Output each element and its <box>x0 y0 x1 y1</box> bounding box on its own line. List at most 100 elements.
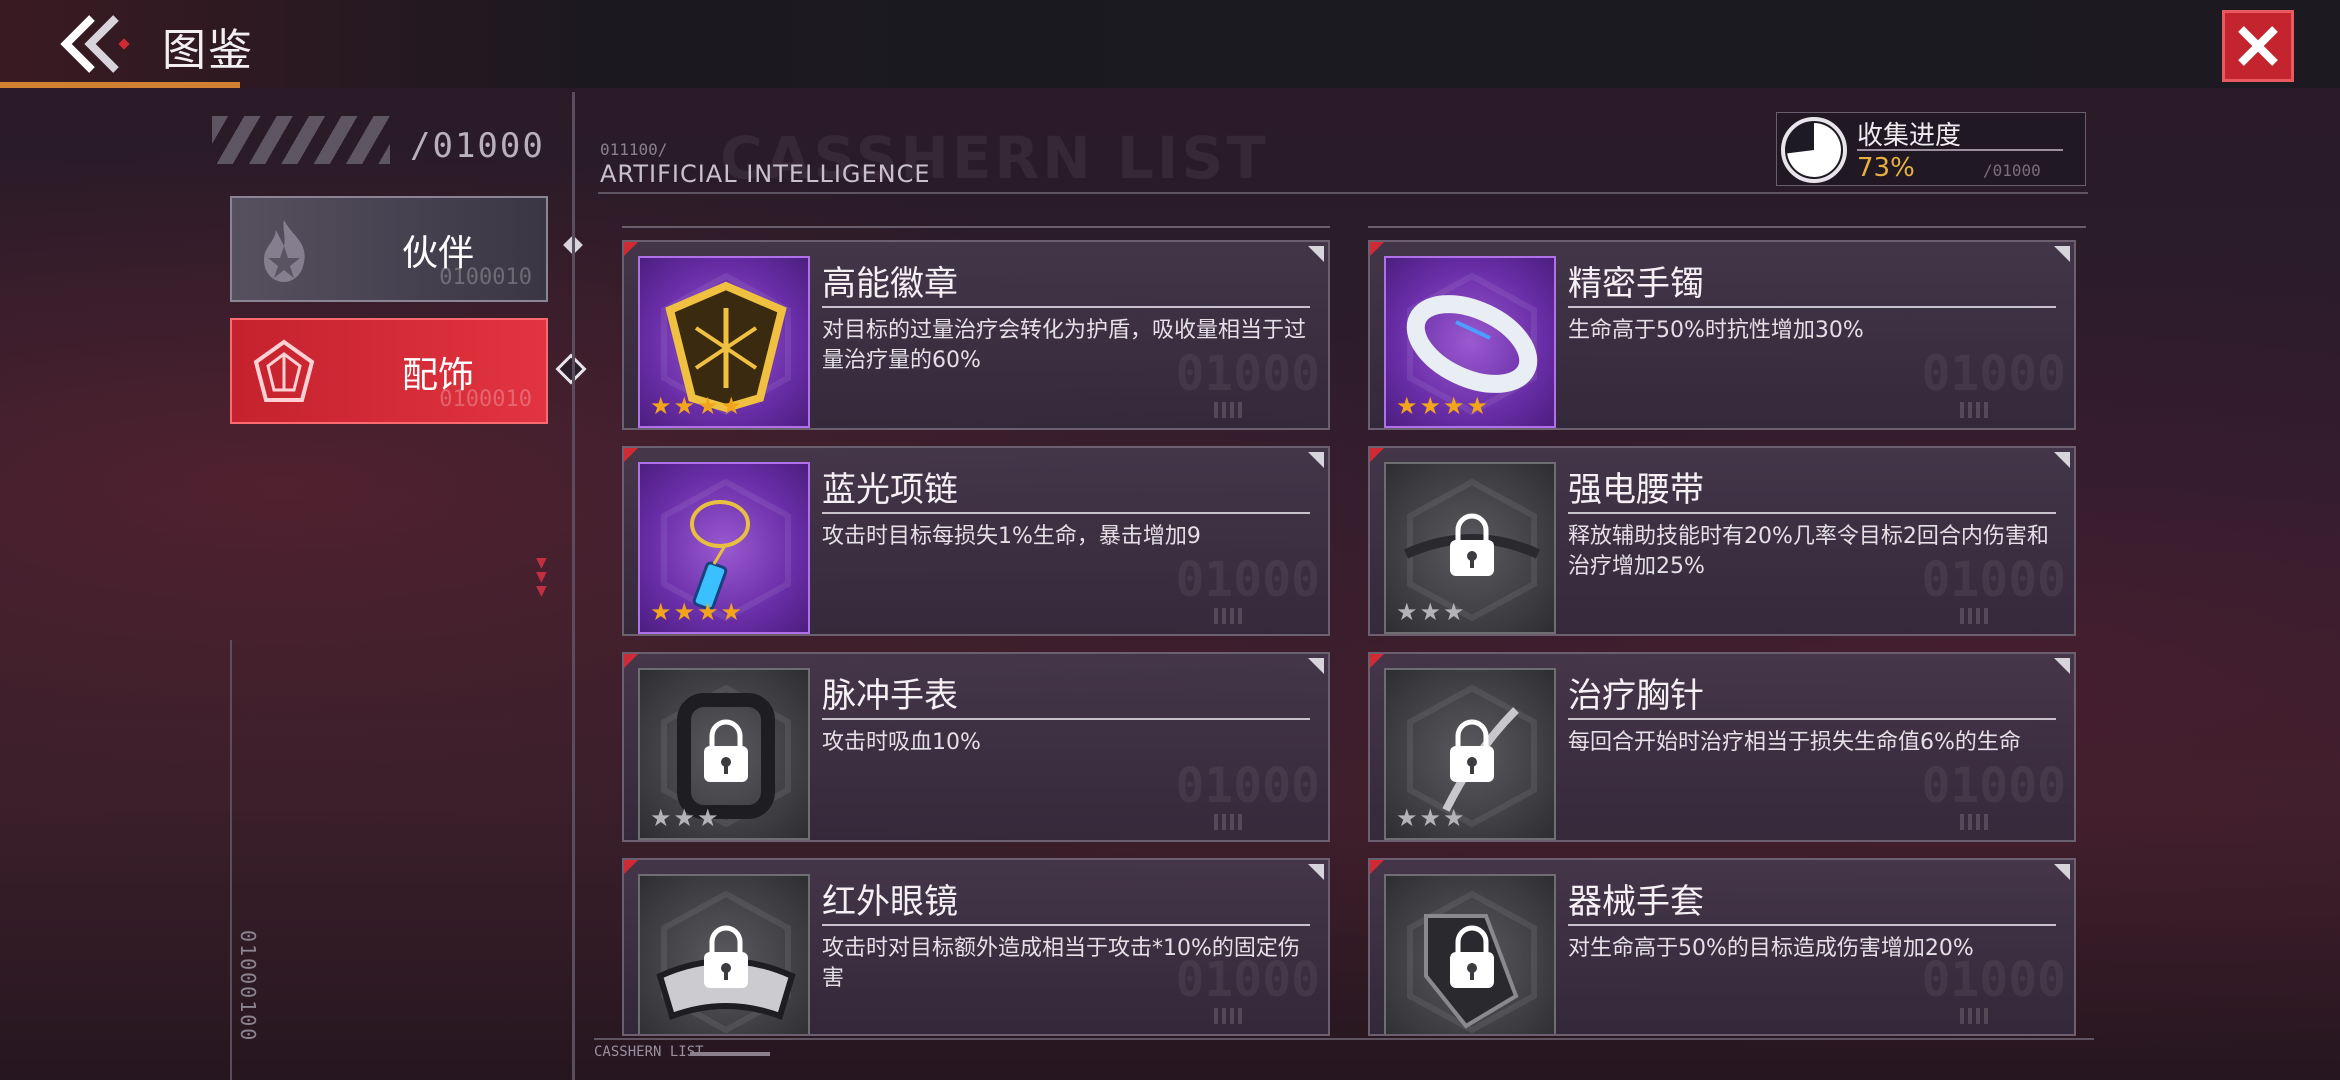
collection-progress: 收集进度 73% /01000 <box>1776 112 2086 186</box>
item-description: 每回合开始时治疗相当于损失生命值6%的生命 <box>1568 730 2021 755</box>
counter-stripes <box>212 116 390 164</box>
top-bar-accent <box>0 82 240 88</box>
sidebar-divider <box>572 92 575 1080</box>
item-code: 01000 <box>1175 346 1321 402</box>
header-code: 011100/ <box>600 140 668 159</box>
item-code: 01000 <box>1921 952 2067 1008</box>
corner-marker <box>624 860 638 874</box>
accessory-card[interactable]: ★★★ 治疗胸针每回合开始时治疗相当于损失生命值6%的生命 01000 <box>1368 652 2076 842</box>
lock-icon <box>1450 513 1494 576</box>
item-bars <box>1214 402 1244 418</box>
item-code: 01000 <box>1175 952 1321 1008</box>
accessory-emblem-icon <box>253 339 315 402</box>
item-name: 脉冲手表 <box>822 676 958 716</box>
page-title: 图鉴 <box>162 25 254 76</box>
progress-line <box>1857 149 2063 151</box>
star-rating: ★★★ <box>1396 804 1467 832</box>
flame-icon <box>264 220 305 282</box>
accessory-card[interactable]: ★★★★ 高能徽章 对目标的过量治疗会转化为护盾，吸收量相当于过量治疗量的60% 01… <box>622 240 1330 430</box>
header-line <box>598 192 2088 194</box>
goggles-icon <box>656 890 796 1034</box>
item-name-line <box>822 306 1310 308</box>
lock-icon <box>1450 719 1494 782</box>
list-item-partial <box>1368 206 2086 228</box>
item-description: 攻击时吸血10% <box>822 730 981 755</box>
corner-marker <box>624 448 638 462</box>
tab-partners-deco: 0100010 <box>439 265 532 290</box>
progress-pie-icon <box>1781 117 1847 183</box>
corner-tab-icon <box>2054 864 2070 880</box>
lock-icon <box>704 719 748 782</box>
item-icon-box: ★★★ <box>1384 462 1556 634</box>
accessory-card[interactable]: ★★★ 脉冲手表攻击时吸血10% 01000 <box>622 652 1330 842</box>
corner-marker <box>1370 242 1384 256</box>
item-bars <box>1960 814 1990 830</box>
item-description: 攻击时目标每损失1%生命，暴击增加9 <box>822 524 1201 549</box>
item-name: 高能徽章 <box>822 264 958 304</box>
item-icon-box <box>1384 874 1556 1034</box>
item-code: 01000 <box>1921 758 2067 814</box>
item-code: 01000 <box>1175 552 1321 608</box>
item-name: 治疗胸针 <box>1568 676 1704 716</box>
corner-tab-icon <box>2054 452 2070 468</box>
back-button[interactable] <box>58 12 138 76</box>
footer-label: CASSHERN LIST <box>594 1044 704 1060</box>
item-name: 强电腰带 <box>1568 470 1704 510</box>
star-rating: ★★★ <box>650 804 721 832</box>
item-name-line <box>1568 924 2056 926</box>
list-item-partial <box>622 206 1330 228</box>
star-rating: ★★★★ <box>650 392 745 420</box>
item-bars <box>1960 1008 1990 1024</box>
corner-tab-icon <box>1308 246 1324 262</box>
progress-value: 73% <box>1857 153 1915 183</box>
close-button[interactable] <box>2222 10 2294 82</box>
item-icon-box: ★★★★ <box>1384 256 1556 428</box>
item-icon-box: ★★★★ <box>638 462 810 634</box>
item-bars <box>1214 1008 1244 1024</box>
accessory-card[interactable]: ★★★★ 精密手镯 生命高于50%时抗性增加30% 01000 <box>1368 240 2076 430</box>
tab-accessories-deco: 0100010 <box>439 387 532 412</box>
item-icon-box: ★★★ <box>1384 668 1556 840</box>
corner-tab-icon <box>2054 246 2070 262</box>
accessory-card[interactable]: ★★★★ 蓝光项链 攻击时目标每损失1%生命，暴击增加9 01000 <box>622 446 1330 636</box>
item-name: 精密手镯 <box>1568 264 1704 304</box>
progress-label: 收集进度 <box>1857 121 1962 151</box>
item-name-line <box>822 924 1310 926</box>
tab-partners[interactable]: 伙伴 0100010 <box>230 196 548 302</box>
item-bars <box>1214 814 1244 830</box>
corner-tab-icon <box>1308 658 1324 674</box>
footer-line <box>594 1038 2094 1040</box>
star-rating: ★★★ <box>1396 598 1467 626</box>
item-name-line <box>1568 718 2056 720</box>
accessory-card[interactable]: ★★★ 强电腰带 释放辅助技能时有20%几率令目标2回合内伤害和治疗增加25% 010… <box>1368 446 2076 636</box>
vertical-code: 01000100 <box>236 930 260 1043</box>
item-icon-box: ★★★ <box>638 668 810 840</box>
item-icon-box: ★★★★ <box>638 256 810 428</box>
glove-icon <box>1407 890 1537 1034</box>
item-name-line <box>822 512 1310 514</box>
top-bar: 图鉴 <box>0 0 2340 88</box>
collection-counter: /01000 <box>410 126 545 166</box>
star-rating: ★★★★ <box>1396 392 1491 420</box>
item-code: 01000 <box>1175 758 1321 814</box>
item-bars <box>1960 608 1990 624</box>
corner-tab-icon <box>2054 658 2070 674</box>
star-rating: ★★★★ <box>650 598 745 626</box>
item-description: 生命高于50%时抗性增加30% <box>1568 318 1864 343</box>
corner-marker <box>1370 860 1384 874</box>
corner-marker <box>624 242 638 256</box>
item-name-line <box>1568 306 2056 308</box>
progress-code: /01000 <box>1983 161 2041 180</box>
item-bars <box>1214 608 1244 624</box>
item-name: 红外眼镜 <box>822 882 958 922</box>
item-name-line <box>1568 512 2056 514</box>
close-icon <box>2238 26 2278 66</box>
item-bars <box>1960 402 1990 418</box>
double-chevron-left-icon <box>60 15 130 73</box>
accessory-card[interactable]: 红外眼镜 攻击时对目标额外造成相当于攻击*10%的固定伤害 01000 <box>622 858 1330 1036</box>
item-code: 01000 <box>1921 552 2067 608</box>
tab-accessories[interactable]: 配饰 0100010 <box>230 318 548 424</box>
item-name-line <box>822 718 1310 720</box>
accessory-card[interactable]: 器械手套 对生命高于50%的目标造成伤害增加20% 01000 <box>1368 858 2076 1036</box>
footer-bar <box>690 1052 770 1056</box>
